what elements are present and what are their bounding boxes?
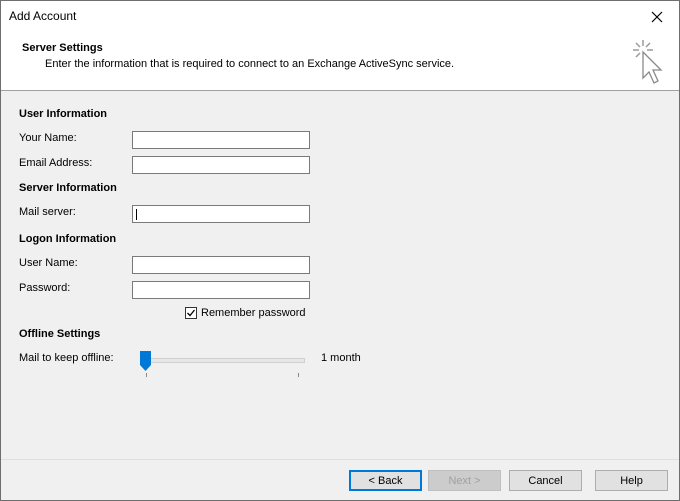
add-account-dialog: Add Account Server Settings Enter the in…	[0, 0, 680, 501]
remember-password-row[interactable]: Remember password	[185, 307, 306, 319]
your-name-input[interactable]	[132, 131, 310, 149]
cancel-button[interactable]: Cancel	[509, 470, 582, 491]
back-button[interactable]: < Back	[349, 470, 422, 491]
cursor-click-icon	[633, 40, 663, 84]
offline-slider-track[interactable]	[146, 358, 305, 363]
mail-offline-label: Mail to keep offline:	[19, 352, 114, 364]
text-caret	[136, 209, 137, 220]
next-button[interactable]: Next >	[428, 470, 501, 491]
offline-duration-value: 1 month	[321, 352, 361, 364]
user-name-label: User Name:	[19, 257, 78, 269]
button-bar: < Back Next > Cancel Help	[1, 459, 679, 500]
help-button[interactable]: Help	[595, 470, 668, 491]
user-name-input[interactable]	[132, 256, 310, 274]
header-panel: Server Settings Enter the information th…	[1, 32, 679, 91]
slider-tick-end	[298, 373, 299, 377]
remember-password-checkbox[interactable]	[185, 307, 197, 319]
email-address-label: Email Address:	[19, 157, 93, 169]
your-name-label: Your Name:	[19, 132, 77, 144]
page-title: Server Settings	[22, 42, 103, 54]
close-button[interactable]	[635, 1, 679, 32]
server-information-heading: Server Information	[19, 182, 117, 194]
remember-password-label: Remember password	[201, 307, 306, 319]
offline-settings-heading: Offline Settings	[19, 328, 101, 340]
user-information-heading: User Information	[19, 108, 108, 120]
slider-tick-start	[146, 373, 147, 377]
password-input[interactable]	[132, 281, 310, 299]
logon-information-heading: Logon Information	[19, 233, 117, 245]
slider-thumb-icon[interactable]	[140, 351, 151, 371]
email-address-input[interactable]	[132, 156, 310, 174]
page-subtitle: Enter the information that is required t…	[45, 58, 455, 70]
password-label: Password:	[19, 282, 71, 294]
mail-server-label: Mail server:	[19, 206, 76, 218]
window-title: Add Account	[9, 9, 77, 23]
close-icon	[651, 11, 663, 22]
title-bar: Add Account	[1, 1, 679, 32]
checkmark-icon	[187, 309, 196, 317]
mail-server-input[interactable]	[132, 205, 310, 223]
